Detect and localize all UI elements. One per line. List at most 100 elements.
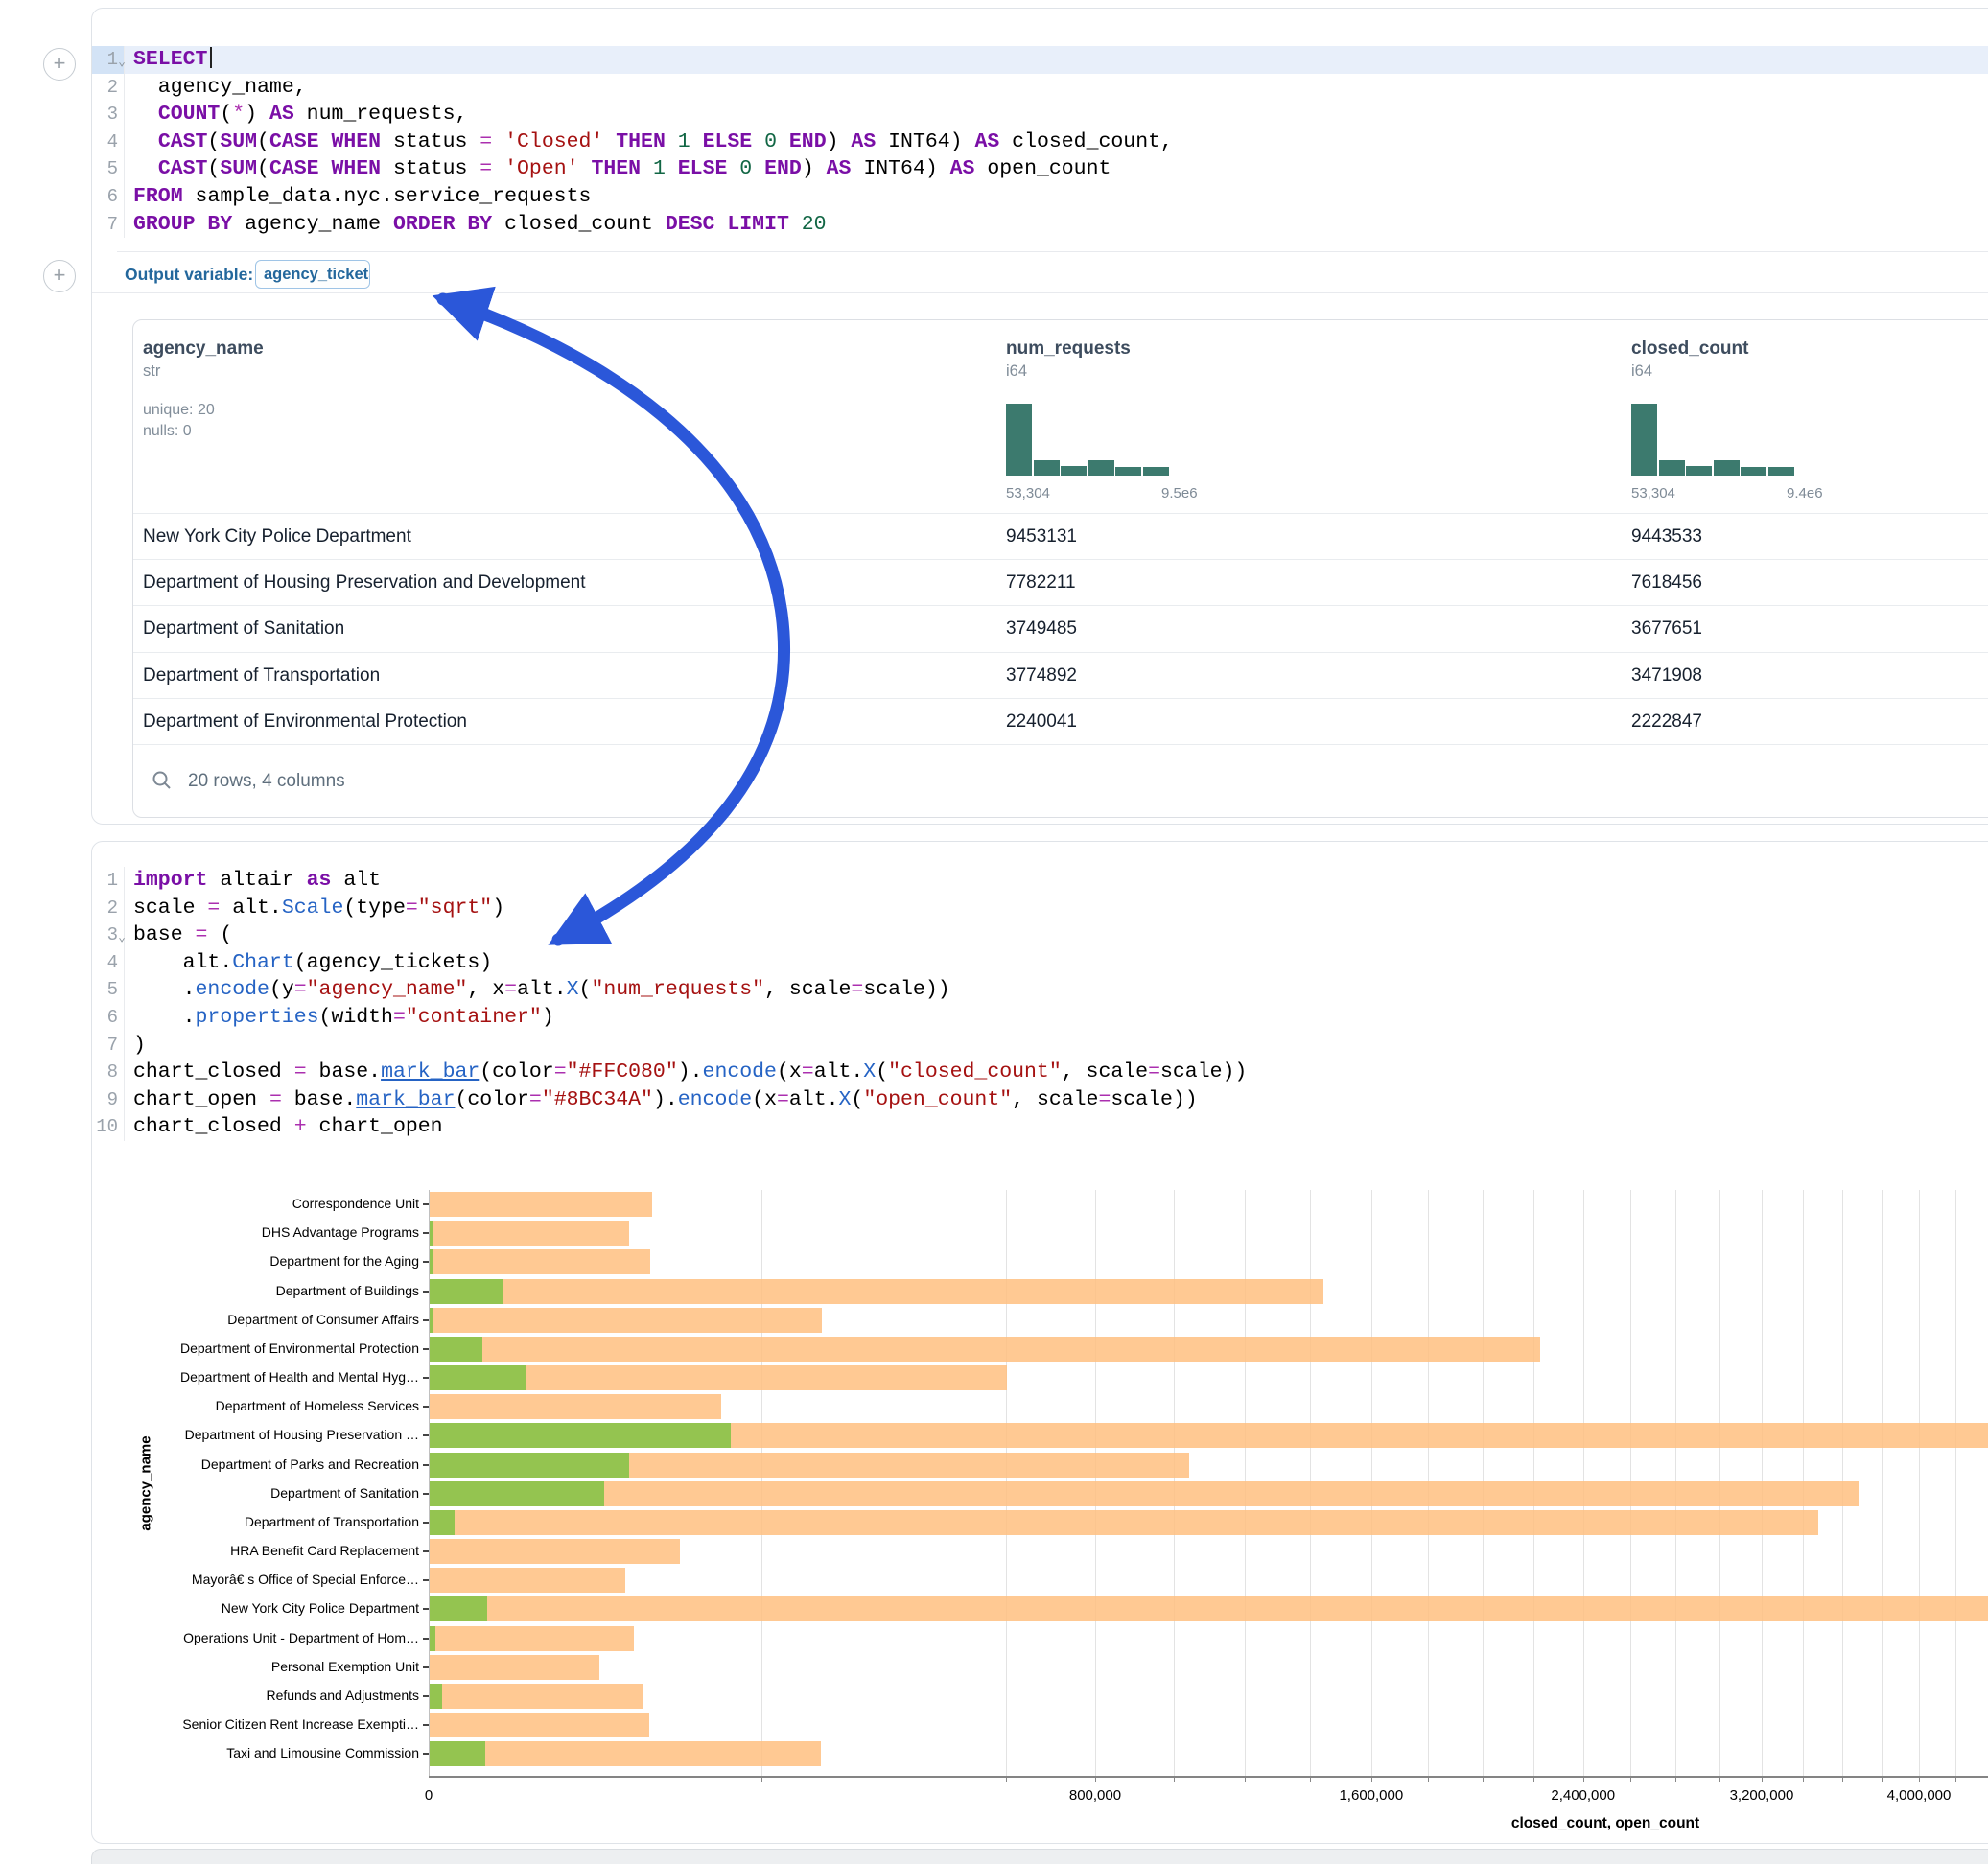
column-header[interactable]: closed_count (1631, 338, 1748, 360)
code-line[interactable]: 10chart_closed + chart_open (92, 1113, 1988, 1141)
histogram-min-label: 53,304 (1631, 485, 1675, 501)
histogram-max-label: 9.4e6 (1787, 485, 1823, 501)
chart-x-axis-title: closed_count, open_count (1511, 1815, 1699, 1832)
line-number: 5 (92, 976, 125, 1004)
table-cell[interactable]: 9453131 (1006, 526, 1077, 548)
code-text: agency_name, (125, 74, 307, 102)
table-cell[interactable]: 9443533 (1631, 526, 1702, 548)
line-number: 4 (92, 128, 125, 156)
line-number: 8 (92, 1059, 125, 1086)
histogram-bar (1631, 404, 1657, 476)
row-separator (133, 652, 1988, 653)
column-dtype: i64 (1006, 362, 1027, 381)
code-text: GROUP BY agency_name ORDER BY closed_cou… (125, 211, 827, 239)
code-text: .properties(width="container") (125, 1004, 554, 1032)
code-line[interactable]: 5 .encode(y="agency_name", x=alt.X("num_… (92, 976, 1988, 1004)
code-text: CAST(SUM(CASE WHEN status = 'Open' THEN … (125, 155, 1111, 183)
sql-editor[interactable]: 1⌄SELECT2 agency_name,3 COUNT(*) AS num_… (92, 46, 1988, 238)
code-line[interactable]: 1import altair as alt (92, 867, 1988, 895)
code-line[interactable]: 3 COUNT(*) AS num_requests, (92, 101, 1988, 128)
column-stat: nulls: 0 (143, 423, 192, 440)
histogram-min-label: 53,304 (1006, 485, 1050, 501)
code-text: ) (125, 1032, 146, 1060)
line-number: 6 (92, 1004, 125, 1032)
line-number: 3 (92, 101, 125, 128)
line-number: 3⌄ (92, 921, 125, 949)
table-cell[interactable]: Department of Housing Preservation and D… (143, 572, 586, 594)
table-cell[interactable]: Department of Transportation (143, 665, 380, 687)
line-number: 5 (92, 155, 125, 183)
code-line[interactable]: 9chart_open = base.mark_bar(color="#8BC3… (92, 1086, 1988, 1114)
row-separator (133, 744, 1988, 745)
code-line[interactable]: 4 CAST(SUM(CASE WHEN status = 'Closed' T… (92, 128, 1988, 156)
table-cell[interactable]: New York City Police Department (143, 526, 411, 548)
code-line[interactable]: 2 agency_name, (92, 74, 1988, 102)
code-text: scale = alt.Scale(type="sqrt") (125, 895, 504, 922)
table-cell[interactable]: 3774892 (1006, 665, 1077, 687)
search-icon[interactable] (152, 770, 173, 791)
output-variable-divider (92, 292, 1988, 293)
dataframe-preview: agency_namestr unique: 20 nulls: 0 num_requ… (132, 319, 1988, 818)
code-text: COUNT(*) AS num_requests, (125, 101, 467, 128)
code-text: chart_closed = base.mark_bar(color="#FFC… (125, 1059, 1247, 1086)
code-text: alt.Chart(agency_tickets) (125, 949, 492, 977)
code-text: import altair as alt (125, 867, 381, 895)
chart-y-axis-title: agency_name (138, 1435, 154, 1530)
add-cell-button-output[interactable]: + (43, 260, 76, 292)
column-stat: unique: 20 (143, 402, 215, 419)
code-line[interactable]: 6FROM sample_data.nyc.service_requests (92, 183, 1988, 211)
code-text: chart_open = base.mark_bar(color="#8BC34… (125, 1086, 1198, 1114)
table-cell[interactable]: Department of Sanitation (143, 618, 344, 640)
histogram-bar (1686, 466, 1712, 476)
table-cell[interactable]: 7782211 (1006, 572, 1076, 594)
code-text: CAST(SUM(CASE WHEN status = 'Closed' THE… (125, 128, 1173, 156)
histogram-bar (1034, 460, 1060, 476)
table-cell[interactable]: 2222847 (1631, 711, 1702, 733)
code-line[interactable]: 7) (92, 1032, 1988, 1060)
code-line[interactable]: 4 alt.Chart(agency_tickets) (92, 949, 1988, 977)
histogram-bar (1006, 404, 1032, 476)
table-cell[interactable]: 3471908 (1631, 665, 1702, 687)
line-number: 2 (92, 74, 125, 102)
add-cell-button-top[interactable]: + (43, 48, 76, 81)
code-line[interactable]: 3⌄base = ( (92, 921, 1988, 949)
table-cell[interactable]: Department of Environmental Protection (143, 711, 467, 733)
output-variable-label: Output variable: (125, 265, 253, 285)
column-dtype: i64 (1631, 362, 1652, 381)
collapse-chevron-icon[interactable]: ⌄ (118, 924, 126, 952)
line-number: 6 (92, 183, 125, 211)
row-separator (133, 698, 1988, 699)
histogram-max-label: 9.5e6 (1161, 485, 1198, 501)
collapse-chevron-icon[interactable]: ⌄ (118, 49, 126, 77)
output-variable-pill[interactable]: agency_tickets (255, 260, 370, 289)
histogram-bar (1088, 460, 1114, 476)
histogram-bar (1115, 467, 1141, 476)
column-header[interactable]: agency_name (143, 338, 264, 360)
code-line[interactable]: 6 .properties(width="container") (92, 1004, 1988, 1032)
code-line[interactable]: 5 CAST(SUM(CASE WHEN status = 'Open' THE… (92, 155, 1988, 183)
code-text: chart_closed + chart_open (125, 1113, 443, 1141)
table-cell[interactable]: 3749485 (1006, 618, 1077, 640)
table-cell[interactable]: 2240041 (1006, 711, 1077, 733)
code-line[interactable]: 8chart_closed = base.mark_bar(color="#FF… (92, 1059, 1988, 1086)
text-cursor (210, 47, 212, 68)
histogram-bar (1768, 467, 1794, 476)
line-number: 1⌄ (92, 46, 125, 74)
code-line[interactable]: 7GROUP BY agency_name ORDER BY closed_co… (92, 211, 1988, 239)
line-number: 4 (92, 949, 125, 977)
sql-code-divider (117, 251, 1988, 252)
python-editor[interactable]: 1import altair as alt2scale = alt.Scale(… (92, 867, 1988, 1141)
table-cell[interactable]: 7618456 (1631, 572, 1702, 594)
code-line[interactable]: 2scale = alt.Scale(type="sqrt") (92, 895, 1988, 922)
line-number: 7 (92, 1032, 125, 1060)
column-header[interactable]: num_requests (1006, 338, 1131, 360)
table-cell[interactable]: 3677651 (1631, 618, 1702, 640)
histogram-bar (1659, 460, 1685, 476)
code-line[interactable]: 1⌄SELECT (92, 46, 1988, 74)
code-text: SELECT (125, 46, 212, 74)
column-dtype: str (143, 362, 160, 381)
histogram-bar (1061, 466, 1087, 476)
row-separator (133, 559, 1988, 560)
next-cell-edge (91, 1849, 1988, 1864)
table-footer: 20 rows, 4 columns (188, 771, 345, 792)
